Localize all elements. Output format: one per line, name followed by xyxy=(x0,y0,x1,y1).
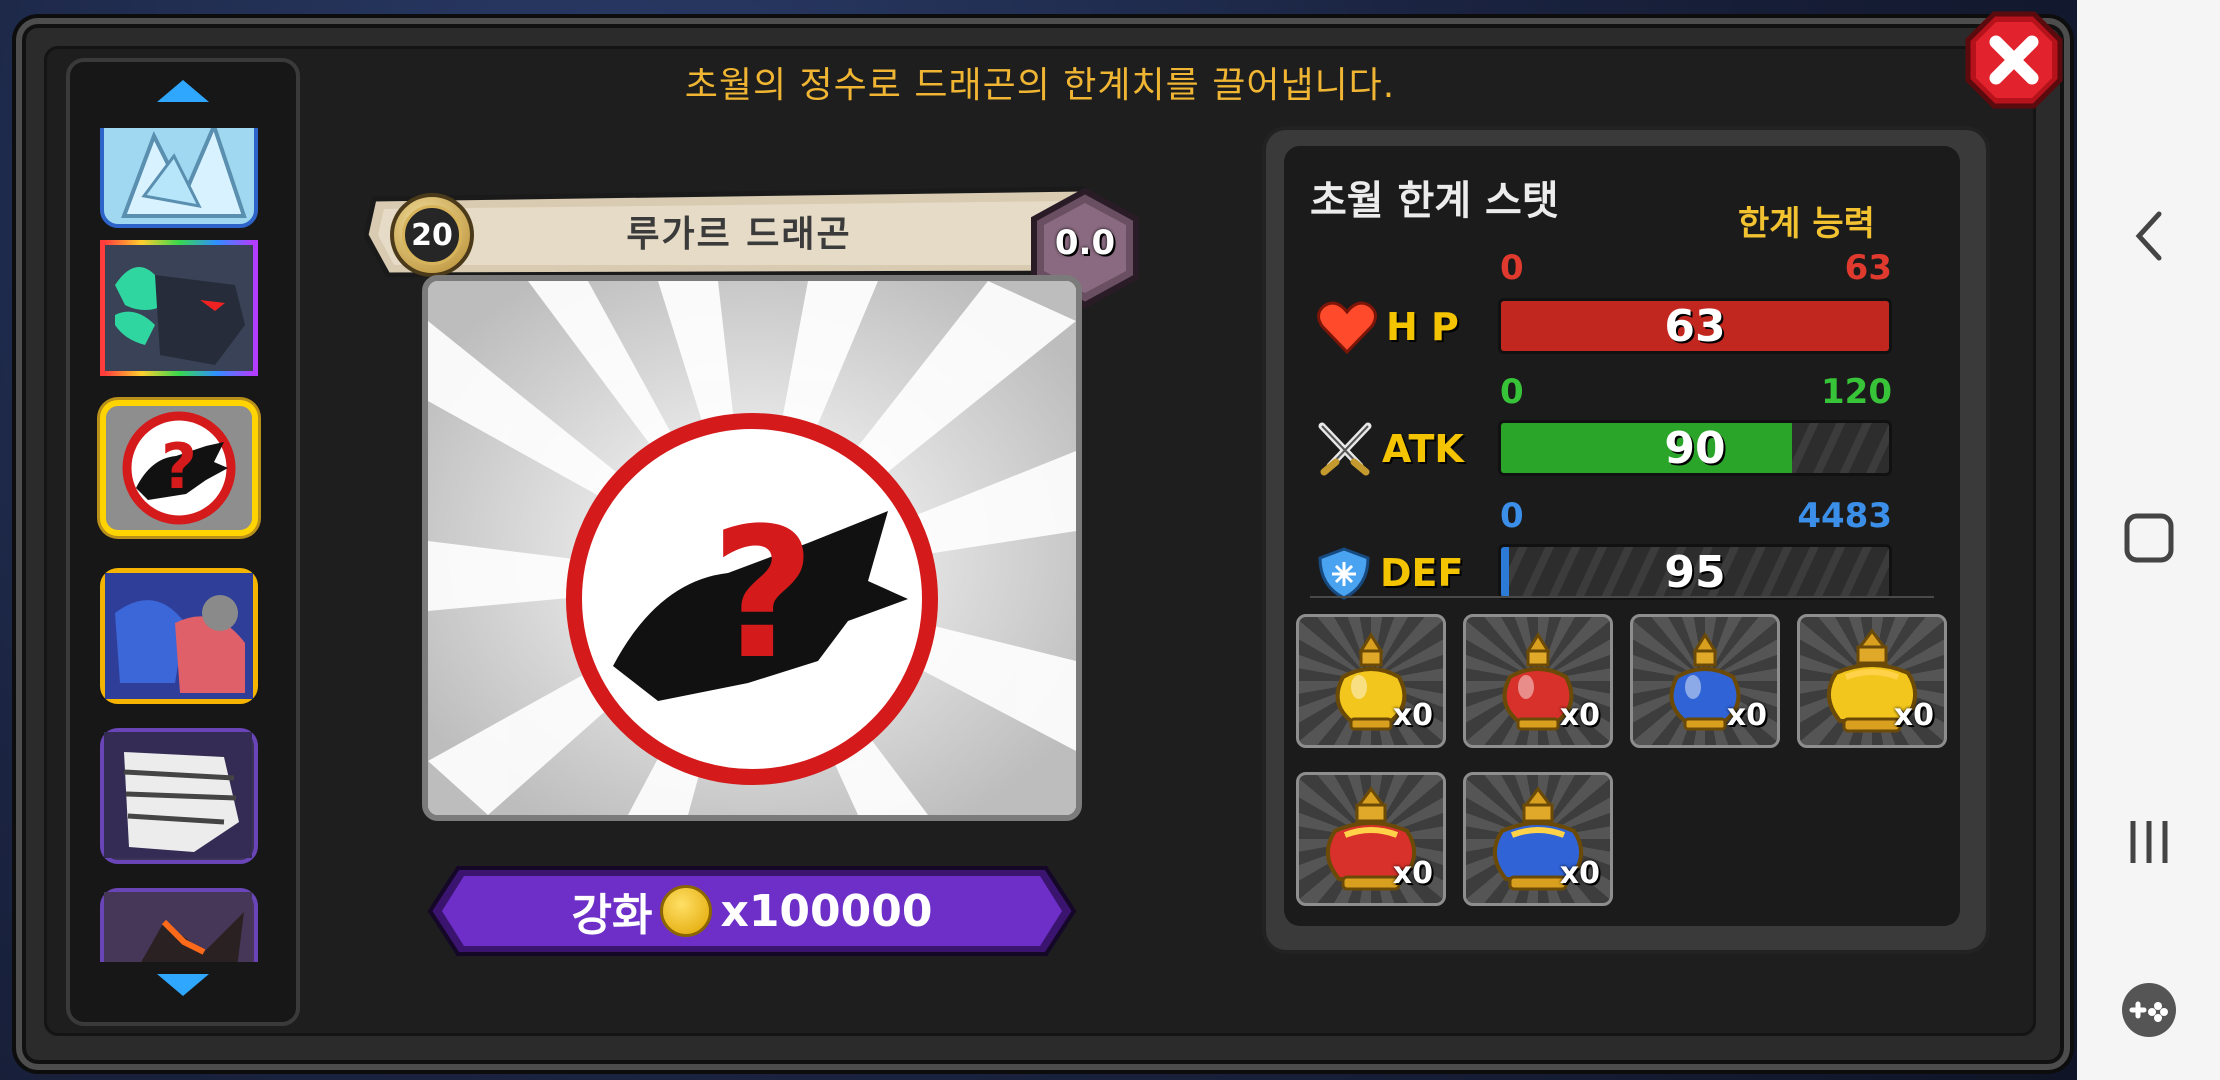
dragon-list-viewport: ? xyxy=(70,128,296,962)
dragon-portrait-fire[interactable] xyxy=(100,888,258,962)
hp-bar: 63 xyxy=(1498,298,1892,354)
stat-panel-title: 초월 한계 스탯 xyxy=(1310,178,1559,224)
recents-button[interactable] xyxy=(2077,782,2220,902)
def-label-row: DEF xyxy=(1316,546,1463,600)
dragon-portrait-dark[interactable] xyxy=(100,240,258,376)
arrow-up-icon xyxy=(157,80,209,102)
def-range-max: 4483 xyxy=(1797,496,1892,536)
home-square-icon xyxy=(2124,513,2173,563)
dragon-name-plate: 루가르 드래곤 xyxy=(364,185,1104,277)
sunburst-background: ? xyxy=(428,281,1076,815)
twin-dragon-icon xyxy=(105,573,253,699)
item-count: x0 xyxy=(1726,698,1767,733)
level-badge: 20 xyxy=(390,193,474,277)
item-count: x0 xyxy=(1559,856,1600,891)
dragon-portrait-mummy[interactable] xyxy=(100,728,258,864)
item-count: x0 xyxy=(1392,698,1433,733)
unknown-dragon-icon: ? xyxy=(122,411,236,525)
stats-divider xyxy=(1310,596,1934,598)
scroll-down-button[interactable] xyxy=(70,972,296,998)
def-value: 95 xyxy=(1664,546,1726,598)
arrow-down-icon xyxy=(157,974,209,996)
def-label: DEF xyxy=(1380,551,1464,595)
level-number: 20 xyxy=(402,205,462,265)
close-icon xyxy=(1965,11,2063,109)
mummy-dragon-icon xyxy=(104,732,252,858)
item-slot[interactable]: x0 xyxy=(1463,772,1613,906)
atk-range-min: 0 xyxy=(1500,372,1524,412)
enhance-label: 강화 xyxy=(571,890,653,941)
game-tools-button[interactable] xyxy=(2077,950,2220,1070)
hp-label-row: H P xyxy=(1316,300,1459,354)
hp-value: 63 xyxy=(1664,300,1726,352)
shield-icon xyxy=(1318,547,1370,600)
home-button[interactable] xyxy=(2077,478,2220,598)
heart-icon xyxy=(1317,301,1377,354)
atk-range-max: 120 xyxy=(1821,372,1892,412)
scroll-up-button[interactable] xyxy=(70,78,296,104)
stat-panel-subtitle: 한계 능력 xyxy=(1738,204,1875,244)
enhance-cost: x100000 xyxy=(720,885,933,937)
hp-range-min: 0 xyxy=(1500,248,1524,288)
svg-text:?: ? xyxy=(161,430,197,503)
item-count: x0 xyxy=(1893,698,1934,733)
rating-value: 0.0 xyxy=(1054,223,1116,263)
dialog-title: 초월의 정수로 드래곤의 한계치를 끌어냅니다. xyxy=(684,65,1396,106)
atk-label-row: ATK xyxy=(1316,422,1464,476)
back-button[interactable] xyxy=(2077,176,2220,296)
item-slot[interactable]: x0 xyxy=(1296,772,1446,906)
item-count: x0 xyxy=(1559,698,1600,733)
coin-icon xyxy=(660,885,713,937)
dark-dragon-icon xyxy=(105,245,253,371)
item-slot[interactable]: x0 xyxy=(1797,614,1947,748)
dragon-portrait-selected-unknown[interactable]: ? xyxy=(100,400,258,536)
item-slot[interactable]: x0 xyxy=(1296,614,1446,748)
dragon-portrait-twin[interactable] xyxy=(100,568,258,704)
crossed-swords-icon xyxy=(1318,422,1372,476)
dragon-list: ? xyxy=(66,58,300,1026)
ice-dragon-icon xyxy=(121,128,247,218)
enhance-content: 강화 x100000 xyxy=(428,866,1076,956)
item-count: x0 xyxy=(1392,856,1433,891)
fire-dragon-icon xyxy=(104,892,252,962)
dragon-preview: ? xyxy=(422,275,1082,821)
def-range-min: 0 xyxy=(1500,496,1524,536)
android-nav-bar xyxy=(2077,0,2220,1080)
hp-label: H P xyxy=(1386,305,1459,349)
dragon-portrait-ice[interactable] xyxy=(100,128,258,228)
recents-icon xyxy=(2130,821,2167,863)
dragon-name: 루가르 드래곤 xyxy=(626,214,852,255)
close-button[interactable] xyxy=(1962,8,2066,112)
item-slot[interactable]: x0 xyxy=(1463,614,1613,748)
def-bar: 95 xyxy=(1498,544,1892,600)
enhance-button[interactable]: 강화 x100000 xyxy=(428,866,1076,956)
atk-value: 90 xyxy=(1664,422,1726,474)
gamepad-icon xyxy=(2121,983,2176,1037)
atk-bar: 90 xyxy=(1498,420,1892,476)
hp-range-max: 63 xyxy=(1844,248,1892,288)
svg-text:?: ? xyxy=(711,490,815,699)
back-chevron-icon xyxy=(2135,211,2161,261)
atk-label: ATK xyxy=(1382,427,1464,471)
item-slot[interactable]: x0 xyxy=(1630,614,1780,748)
